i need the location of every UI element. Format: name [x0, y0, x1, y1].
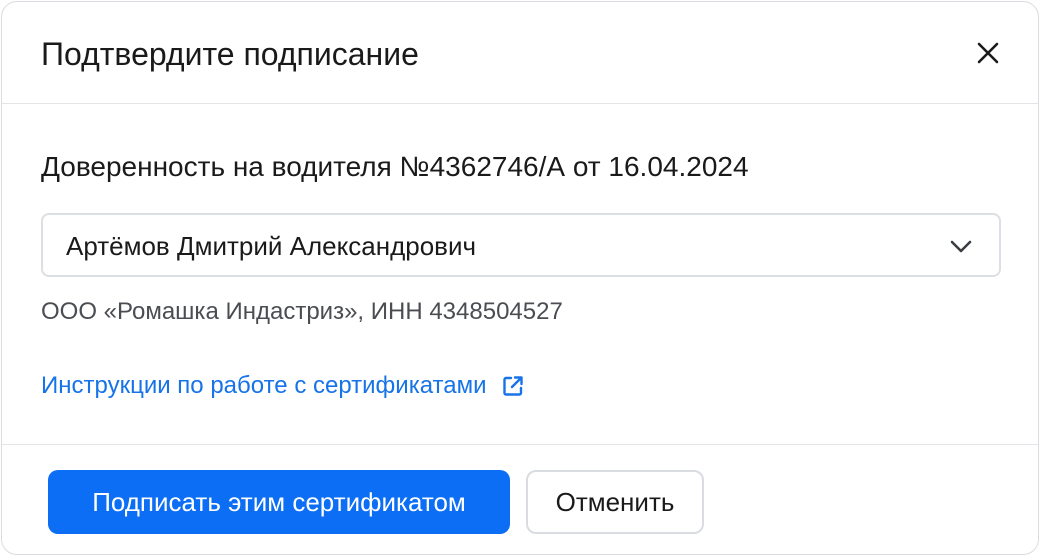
close-icon [977, 42, 999, 64]
external-link-icon [501, 374, 525, 398]
sign-button[interactable]: Подписать этим сертификатом [48, 470, 510, 534]
organization-info: ООО «Ромашка Индастриз», ИНН 4348504527 [41, 298, 563, 325]
close-button[interactable] [972, 37, 1004, 69]
certificate-help-link-label: Инструкции по работе с сертификатами [41, 372, 487, 399]
sign-confirm-dialog: Подтвердите подписание Доверенность на в… [1, 1, 1039, 555]
certificate-help-link[interactable]: Инструкции по работе с сертификатами [41, 369, 525, 403]
cancel-button[interactable]: Отменить [526, 470, 704, 534]
certificate-select[interactable]: Артёмов Дмитрий Александрович [41, 213, 1001, 277]
dialog-title: Подтвердите подписание [41, 36, 419, 72]
chevron-down-icon [948, 235, 974, 259]
certificate-select-value: Артёмов Дмитрий Александрович [66, 231, 477, 261]
dialog-footer: Подписать этим сертификатом Отменить [2, 444, 1038, 556]
document-title: Доверенность на водителя №4362746/А от 1… [41, 151, 749, 182]
dialog-header: Подтвердите подписание [2, 2, 1038, 104]
